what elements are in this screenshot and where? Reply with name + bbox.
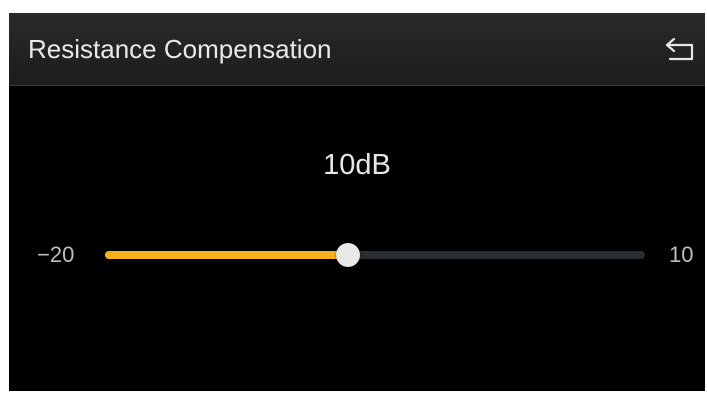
slider-min-label: −20 bbox=[37, 242, 75, 267]
back-button[interactable] bbox=[653, 23, 705, 75]
slider-max-label: 10 bbox=[669, 242, 694, 267]
value-readout: 10dB bbox=[323, 149, 391, 181]
header-bar: Resistance Compensation bbox=[9, 13, 705, 86]
page-title: Resistance Compensation bbox=[28, 34, 332, 64]
slider-thumb[interactable] bbox=[336, 243, 360, 267]
resistance-slider[interactable] bbox=[105, 237, 645, 273]
slider-fill bbox=[105, 251, 348, 259]
device-screen: Resistance Compensation 10dB −20 10 bbox=[9, 13, 705, 391]
back-arrow-icon bbox=[665, 37, 694, 61]
